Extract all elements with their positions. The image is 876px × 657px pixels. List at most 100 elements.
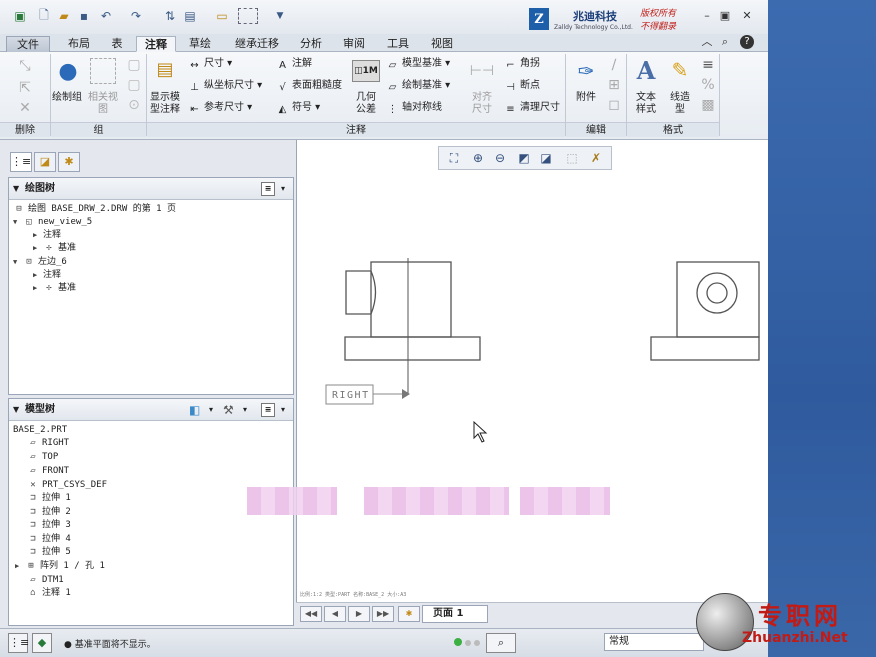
collapse-ribbon-icon[interactable]: ︿ xyxy=(700,35,714,49)
dimension-button[interactable]: ↔ 尺寸 ▾ xyxy=(188,58,232,72)
attachment-label[interactable]: 附件 xyxy=(570,92,602,104)
format-tool-icon[interactable]: % xyxy=(700,77,716,93)
dropdown-arrow-icon[interactable]: ▾ xyxy=(209,399,213,421)
datum-label-right[interactable]: RIGHT xyxy=(325,384,410,405)
delete-sketch-icon[interactable]: ⤡ xyxy=(16,58,34,74)
show-icon[interactable]: ◧ xyxy=(189,403,205,417)
tree-node-extrude[interactable]: ⊐ 拉伸 5 xyxy=(27,546,71,559)
dropdown-arrow-icon[interactable]: ▾ xyxy=(281,399,285,421)
maximize-icon[interactable]: ▣ xyxy=(718,9,732,23)
delete-segment-icon[interactable]: ⇱ xyxy=(16,80,34,96)
show-model-annotations-icon[interactable]: ▤ xyxy=(150,56,180,82)
dropdown-arrow-icon[interactable]: ▾ xyxy=(243,399,247,421)
tree-node-view[interactable]: ▼ ⊡ 左边_6 xyxy=(13,256,67,269)
prev-page-icon[interactable]: ◀ xyxy=(324,606,346,622)
new-file-icon[interactable]: 🗋 xyxy=(36,8,52,24)
tree-node-plane[interactable]: ▱ FRONT xyxy=(27,465,69,478)
dropdown-arrow-icon[interactable]: ▾ xyxy=(281,178,285,200)
tab-tree[interactable]: ⋮≡ xyxy=(10,152,32,172)
group-label-delete[interactable]: 删除 xyxy=(0,122,50,137)
settings-tools-icon[interactable]: ⚒ xyxy=(223,403,239,417)
tree-node-annotations[interactable]: ▶ 注释 xyxy=(33,269,61,282)
surface-finish-button[interactable]: √ 表面粗糙度 xyxy=(276,80,342,94)
display-style-icon[interactable]: ◪ xyxy=(537,150,555,166)
drawing-tree-header[interactable]: ▼ 绘图树 ≡ ▾ xyxy=(9,178,293,200)
align-dimension-icon[interactable]: ⊢⊣ xyxy=(468,60,496,82)
tree-node-drawing[interactable]: ⊟ 绘图 BASE_DRW_2.DRW 的第 1 页 xyxy=(13,203,176,216)
group-tool-icon[interactable]: ⊙ xyxy=(126,97,142,113)
expand-icon[interactable]: ▼ xyxy=(13,256,23,269)
save-icon[interactable]: ▪ xyxy=(76,8,92,24)
show-model-annotations-label[interactable]: 显示模 型注释 xyxy=(148,92,182,116)
new-page-icon[interactable]: ✱ xyxy=(398,606,420,622)
group-label-annotate[interactable]: 注释 xyxy=(147,122,565,137)
page-tab[interactable]: 页面 1 xyxy=(422,605,488,623)
tree-node-annotations[interactable]: ▶ 注释 xyxy=(33,229,61,242)
expand-icon[interactable]: ▶ xyxy=(33,229,43,242)
geometric-tolerance-icon[interactable]: ◫1M xyxy=(352,60,380,82)
cleanup-dimension-button[interactable]: ≡ 清理尺寸 xyxy=(504,102,560,116)
tree-node-view[interactable]: ▼ ◱ new_view_5 xyxy=(13,216,92,229)
related-view-icon[interactable] xyxy=(90,58,116,84)
sketch-datum-button[interactable]: ▱ 绘制基准 ▾ xyxy=(386,80,451,94)
edit-tool-icon[interactable]: ∕ xyxy=(606,57,622,73)
side-view-geometry[interactable] xyxy=(650,261,760,361)
tab-legacy-migration[interactable]: 继承迁移 xyxy=(226,36,288,52)
expand-icon[interactable]: ▶ xyxy=(33,242,43,255)
tree-node-extrude[interactable]: ⊐ 拉伸 4 xyxy=(27,533,71,546)
note-button[interactable]: A 注解 xyxy=(276,58,312,72)
collapse-icon[interactable]: ▼ xyxy=(13,178,19,200)
expand-icon[interactable]: ▶ xyxy=(15,560,25,573)
undo-icon[interactable]: ↶ xyxy=(98,8,114,24)
show-navigator-icon[interactable]: ⋮≡ xyxy=(8,633,29,653)
tab-layout[interactable]: 布局 xyxy=(60,36,98,52)
zoom-in-icon[interactable]: ⊕ xyxy=(469,150,487,166)
group-tool-icon[interactable]: ▢ xyxy=(126,57,142,73)
tree-settings-icon[interactable]: ≡ xyxy=(261,403,275,417)
front-view-geometry[interactable] xyxy=(344,258,481,394)
tree-node-plane[interactable]: ▱ RIGHT xyxy=(27,437,69,450)
geometric-tolerance-label[interactable]: 几何 公差 xyxy=(350,92,382,116)
tree-settings-icon[interactable]: ≡ xyxy=(261,182,275,196)
tree-node-csys[interactable]: ✕ PRT_CSYS_DEF xyxy=(27,479,107,492)
corner-button[interactable]: ⌐ 角拐 xyxy=(504,58,540,72)
related-view-label[interactable]: 相关视图 xyxy=(86,92,120,116)
show-browser-icon[interactable]: ◆ xyxy=(32,633,52,653)
line-style-icon[interactable]: ✎ xyxy=(666,56,694,84)
select-box-icon[interactable] xyxy=(238,8,258,24)
attachment-icon[interactable]: ✑ xyxy=(572,58,600,84)
format-tool-icon[interactable]: ▩ xyxy=(700,97,716,113)
tab-table[interactable]: 表 xyxy=(104,36,130,52)
tab-tools[interactable]: 工具 xyxy=(380,36,416,52)
line-style-label[interactable]: 线造 型 xyxy=(664,92,696,116)
tree-node-datum[interactable]: ▶ ✢ 基准 xyxy=(33,282,76,295)
reference-dimension-button[interactable]: ⇤ 参考尺寸 ▾ xyxy=(188,102,252,116)
tree-node-extrude[interactable]: ⊐ 拉伸 1 xyxy=(27,492,71,505)
draw-group-icon[interactable]: ● xyxy=(54,58,82,84)
tab-file[interactable]: 文件 xyxy=(6,36,50,52)
minimize-icon[interactable]: – xyxy=(700,9,714,23)
tree-node-plane[interactable]: ▱ DTM1 xyxy=(27,574,63,587)
tree-node-pattern[interactable]: ▶ ⊞ 阵列 1 / 孔 1 xyxy=(15,560,105,573)
ordinate-dimension-button[interactable]: ⊥ 纵坐标尺寸 ▾ xyxy=(188,80,262,94)
expand-icon[interactable]: ▼ xyxy=(13,216,23,229)
help-icon[interactable]: ? xyxy=(740,35,754,49)
align-dimension-label[interactable]: 对齐 尺寸 xyxy=(466,92,498,116)
repaint-icon[interactable]: ◩ xyxy=(515,150,533,166)
selection-filter-select[interactable]: 常规 xyxy=(604,633,704,651)
tab-layers[interactable]: ◪ xyxy=(34,152,56,172)
expand-icon[interactable]: ▶ xyxy=(33,282,43,295)
tab-annotate[interactable]: 注释 xyxy=(136,36,176,52)
group-label-edit[interactable]: 编辑 xyxy=(566,122,626,137)
tree-node-extrude[interactable]: ⊐ 拉伸 3 xyxy=(27,519,71,532)
tab-sketch[interactable]: 草绘 xyxy=(180,36,220,52)
close-icon[interactable]: ✕ xyxy=(740,9,754,23)
collapse-icon[interactable]: ▼ xyxy=(13,399,19,421)
saved-orientations-icon[interactable]: ⬚ xyxy=(563,150,581,166)
first-page-icon[interactable]: ◀◀ xyxy=(300,606,322,622)
draw-group-label[interactable]: 绘制组 xyxy=(52,92,82,104)
text-style-icon[interactable]: A xyxy=(632,56,660,85)
tab-view[interactable]: 视图 xyxy=(424,36,460,52)
group-tool-icon[interactable]: ▢ xyxy=(126,77,142,93)
find-icon[interactable]: ⌕ xyxy=(486,633,516,653)
